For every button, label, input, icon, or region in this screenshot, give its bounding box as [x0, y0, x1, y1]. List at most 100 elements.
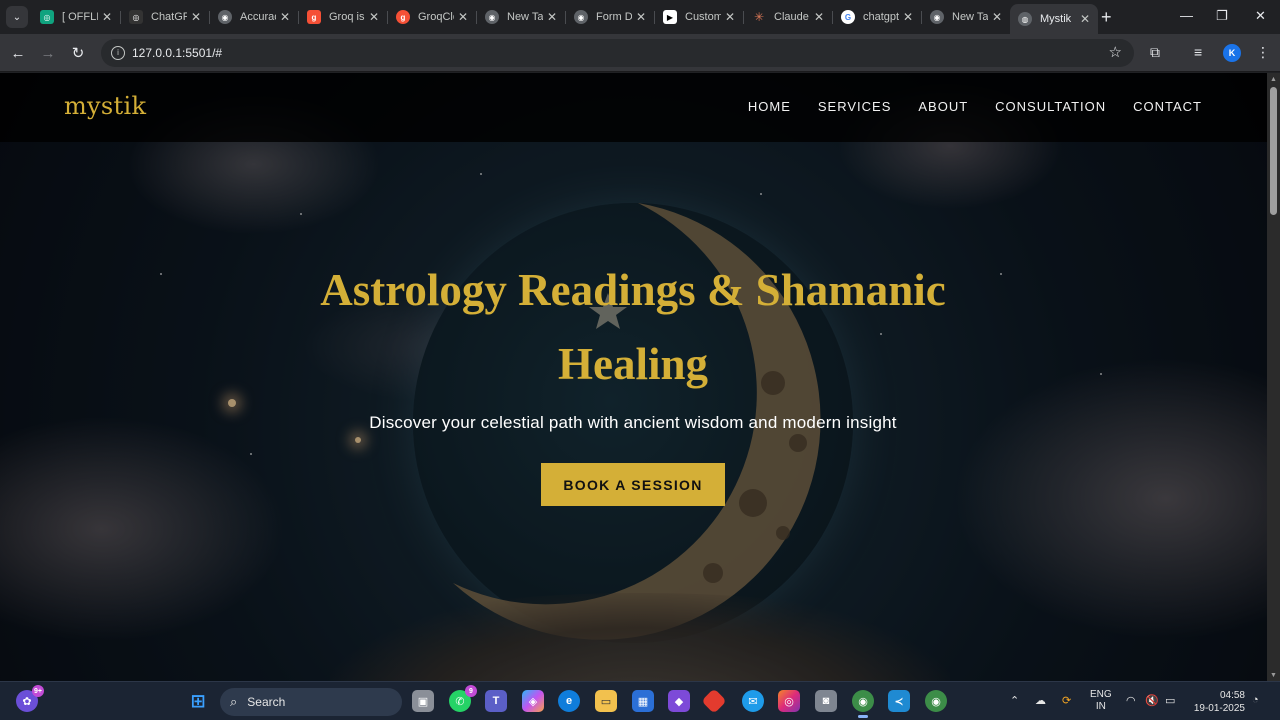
microsoft-store-icon[interactable]: ▦: [632, 690, 654, 712]
tab-offline[interactable]: ◎ [ OFFLINE ✕: [32, 4, 121, 30]
mail-app-icon[interactable]: ✉: [742, 690, 764, 712]
tab-new-tab-2[interactable]: ◉ New Tab ✕: [922, 4, 1010, 30]
tab-mystik[interactable]: ◍ Mystik ✕: [1010, 4, 1098, 34]
tab-chatgpt-search[interactable]: G chatgpt ✕: [833, 4, 922, 30]
tab-form-data[interactable]: ◉ Form Data ✕: [566, 4, 655, 30]
close-icon[interactable]: ✕: [814, 10, 824, 24]
profile-initial: K: [1228, 48, 1236, 58]
groq-icon: g: [396, 10, 410, 24]
chatgpt-icon: ◎: [129, 10, 143, 24]
file-explorer-icon[interactable]: ▭: [595, 690, 617, 712]
reload-icon: ↻: [71, 45, 85, 62]
tab-title: Custom: [685, 11, 721, 23]
language-region: IN: [1095, 701, 1106, 712]
address-bar[interactable]: i 127.0.0.1:5501/# ☆: [101, 39, 1134, 67]
tab-groqcloud[interactable]: g GroqCloud ✕: [388, 4, 477, 30]
scrollbar-thumb[interactable]: [1270, 87, 1277, 215]
close-icon: ✕: [1255, 8, 1266, 23]
proton-icon[interactable]: ◆: [668, 690, 690, 712]
tab-title: Mystik: [1040, 13, 1072, 25]
reload-button[interactable]: ↻: [68, 43, 88, 63]
book-session-button[interactable]: BOOK A SESSION: [541, 463, 725, 506]
close-icon[interactable]: ✕: [725, 10, 735, 24]
teams-icon[interactable]: T: [485, 690, 507, 712]
site-logo[interactable]: mystik: [64, 92, 146, 120]
active-indicator: [858, 715, 868, 718]
back-button[interactable]: ←: [8, 43, 28, 63]
tab-title: Form Data: [596, 11, 632, 23]
battery-icon[interactable]: ▭: [1165, 694, 1175, 707]
onedrive-icon[interactable]: ☁: [1035, 694, 1046, 707]
minimize-button[interactable]: —: [1180, 8, 1193, 23]
nav-about[interactable]: ABOUT: [918, 99, 968, 114]
notification-badge: 9+: [32, 685, 44, 697]
maximize-button[interactable]: ❐: [1216, 8, 1228, 24]
close-icon[interactable]: ✕: [992, 10, 1002, 24]
arrow-left-icon: ←: [10, 44, 26, 62]
tab-new-tab[interactable]: ◉ New Tab ✕: [477, 4, 566, 30]
site-info-icon[interactable]: i: [111, 46, 125, 60]
instagram-icon[interactable]: ◎: [778, 690, 800, 712]
edge-icon[interactable]: e: [558, 690, 580, 712]
close-icon[interactable]: ✕: [191, 10, 201, 24]
close-icon[interactable]: ✕: [636, 10, 646, 24]
copilot-icon[interactable]: ◈: [522, 690, 544, 712]
tab-title: [ OFFLINE: [62, 11, 98, 23]
close-icon[interactable]: ✕: [903, 10, 913, 24]
close-icon[interactable]: ✕: [280, 10, 290, 24]
bookmark-star-icon[interactable]: ☆: [1109, 43, 1122, 61]
extensions-icon[interactable]: ⧉: [1150, 44, 1160, 61]
forward-button[interactable]: →: [38, 43, 58, 63]
tab-title: New Tab: [507, 11, 543, 23]
clock-time: 04:58: [1219, 690, 1245, 701]
task-view-icon[interactable]: ▣: [412, 690, 434, 712]
chrome-taskbar-icon[interactable]: ◉: [852, 690, 874, 718]
nav-home[interactable]: HOME: [748, 99, 791, 114]
widgets-icon[interactable]: ✿ 9+: [16, 685, 44, 712]
tab-groq[interactable]: g Groq is ✕: [299, 4, 388, 30]
tab-chatgpt[interactable]: ◎ ChatGPT ✕: [121, 4, 210, 30]
notification-bell-icon[interactable]: ◔: [1252, 694, 1259, 706]
tab-accuracy[interactable]: ◉ Accuracy ✕: [210, 4, 299, 30]
anydesk-icon[interactable]: [701, 688, 727, 714]
minimize-icon: —: [1180, 8, 1193, 23]
start-windows-icon[interactable]: ⊞: [187, 690, 209, 712]
tab-custom[interactable]: ▶ Custom ✕: [655, 4, 744, 30]
page-scrollbar[interactable]: ▲ ▼: [1267, 73, 1280, 681]
system-clock[interactable]: 04:58 19-01-2025: [1188, 689, 1245, 715]
close-icon[interactable]: ✕: [102, 10, 112, 24]
tab-title: GroqCloud: [418, 11, 454, 23]
new-tab-button[interactable]: +: [1101, 8, 1112, 26]
whatsapp-badge: 9: [465, 685, 477, 697]
wifi-icon[interactable]: ◠: [1126, 694, 1136, 707]
nav-services[interactable]: SERVICES: [818, 99, 892, 114]
close-icon[interactable]: ✕: [1080, 12, 1090, 26]
url-text[interactable]: 127.0.0.1:5501/#: [132, 46, 222, 60]
scroll-up-arrow-icon[interactable]: ▲: [1270, 76, 1277, 83]
whatsapp-icon[interactable]: ✆ 9: [449, 685, 477, 712]
nav-contact[interactable]: CONTACT: [1133, 99, 1202, 114]
taskbar-search[interactable]: ⌕ Search: [220, 688, 402, 716]
close-icon[interactable]: ✕: [547, 10, 557, 24]
camera-icon[interactable]: ◙: [815, 690, 837, 712]
tab-claude[interactable]: ✳ Claude ✕: [744, 4, 833, 30]
chrome-profile-icon[interactable]: ◉: [925, 690, 947, 712]
volume-muted-icon[interactable]: 🔇: [1145, 694, 1159, 707]
chevron-up-icon[interactable]: ⌃: [1010, 694, 1019, 707]
nav-consultation[interactable]: CONSULTATION: [995, 99, 1106, 114]
close-icon[interactable]: ✕: [369, 10, 379, 24]
tab-search-button[interactable]: ⌄: [6, 6, 28, 28]
chrome-icon: ◉: [930, 10, 944, 24]
chrome-icon: ◉: [574, 10, 588, 24]
vscode-icon[interactable]: ≺: [888, 690, 910, 712]
input-language[interactable]: ENG IN: [1090, 689, 1112, 713]
menu-kebab-icon[interactable]: ⋮: [1256, 44, 1270, 61]
close-icon[interactable]: ✕: [458, 10, 468, 24]
update-icon[interactable]: ⟳: [1062, 694, 1071, 707]
google-icon: G: [841, 10, 855, 24]
scroll-down-arrow-icon[interactable]: ▼: [1270, 672, 1277, 679]
media-control-icon[interactable]: ≡: [1194, 44, 1202, 60]
page-viewport: mystik HOME SERVICES ABOUT CONSULTATION …: [0, 73, 1267, 681]
profile-avatar[interactable]: K: [1223, 44, 1241, 62]
close-window-button[interactable]: ✕: [1255, 8, 1266, 24]
